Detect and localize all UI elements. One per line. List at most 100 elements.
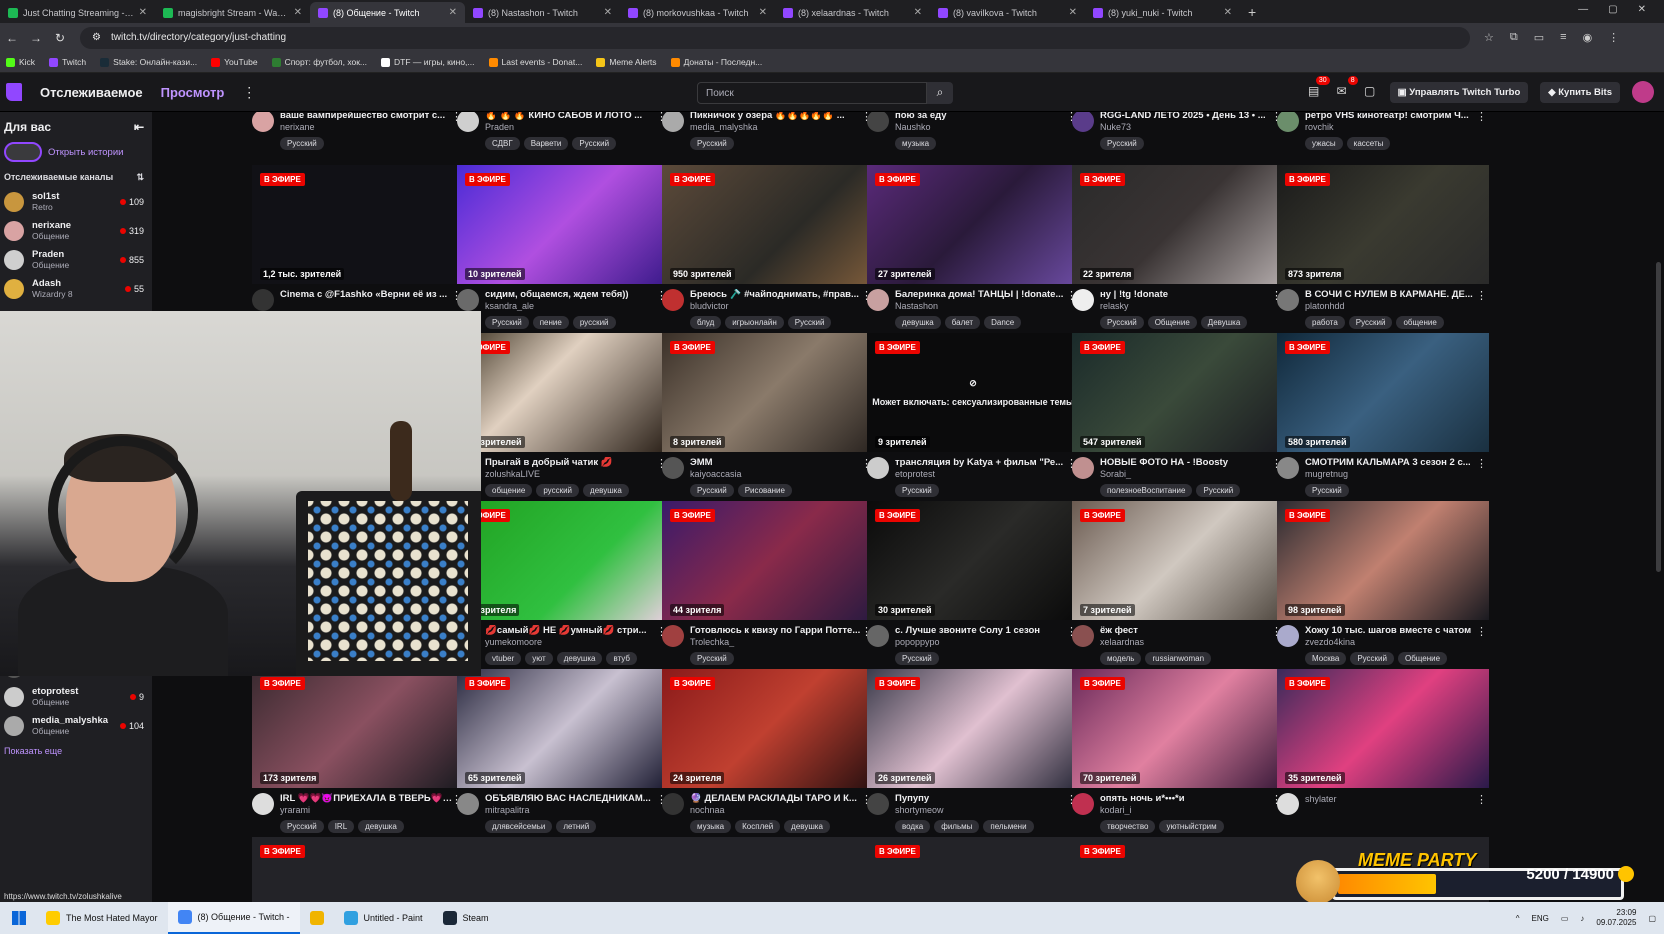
tag-chip[interactable]: втуб <box>606 652 637 665</box>
followed-channel[interactable]: etoprotest Общение 9 <box>0 682 152 711</box>
stream-title[interactable]: Пупупу <box>895 793 1079 804</box>
stream-thumbnail[interactable]: В ЭФИРЕ 25 зрителей <box>457 333 669 452</box>
tag-chip[interactable]: блуд <box>690 316 722 329</box>
stream-title[interactable]: Прыгай в добрый чатик 💋 <box>485 457 669 468</box>
streamer-avatar[interactable] <box>252 289 274 311</box>
streamer-name[interactable]: media_malyshka <box>690 122 874 132</box>
tag-chip[interactable]: уют <box>525 652 553 665</box>
tag-chip[interactable]: полезноеВоспитание <box>1100 484 1193 497</box>
streamer-name[interactable]: kaiyoaccasia <box>690 469 874 479</box>
streamer-avatar[interactable] <box>252 793 274 815</box>
tag-chip[interactable]: музыка <box>690 820 732 833</box>
stream-card[interactable]: В ЭФИРЕ 950 зрителей Бреюсь 🪒 #чайподнимат… <box>662 165 874 329</box>
stream-thumbnail[interactable]: В ЭФИРЕ 22 зрителя <box>1072 165 1284 284</box>
tag-chip[interactable]: модель <box>1100 652 1142 665</box>
show-more-link[interactable]: Показать еще <box>0 740 152 762</box>
more-icon[interactable]: ⋮ <box>242 84 256 101</box>
streamer-avatar[interactable] <box>662 793 684 815</box>
streamer-name[interactable]: shortymeow <box>895 805 1079 815</box>
stream-card[interactable]: В ЭФИРЕ 173 зрителя IRL 💗💗😈ПРИЕХАЛА В ТВЕР… <box>252 669 464 833</box>
tab-close-icon[interactable]: ✕ <box>449 7 457 18</box>
stream-card[interactable]: ⊘ Может включать: сексуализированные темы… <box>867 333 1079 497</box>
streamer-avatar[interactable] <box>662 625 684 647</box>
tab-close-icon[interactable]: ✕ <box>139 7 147 18</box>
stream-thumbnail[interactable]: В ЭФИРЕ 44 зрителя <box>662 501 874 620</box>
stream-thumbnail[interactable]: В ЭФИРЕ 173 зрителя <box>252 669 464 788</box>
streamer-avatar[interactable] <box>1072 457 1094 479</box>
inbox-icon[interactable]: ▤ 30 <box>1306 76 1330 100</box>
stream-thumbnail[interactable]: В ЭФИРЕ 24 зрителя <box>662 669 874 788</box>
tag-chip[interactable]: длявсейсемьи <box>485 820 553 833</box>
stream-title[interactable]: IRL 💗💗😈ПРИЕХАЛА В ТВЕРЬ💗 !... <box>280 793 464 804</box>
followed-channel[interactable]: Praden Общение 855 <box>0 245 152 274</box>
streamer-avatar[interactable] <box>662 457 684 479</box>
streamer-name[interactable]: yumekomoore <box>485 637 669 647</box>
streamer-name[interactable]: etoprotest <box>895 469 1079 479</box>
streamer-name[interactable]: Nuke73 <box>1100 122 1284 132</box>
followed-channel[interactable]: sol1st Retro 109 <box>0 187 152 216</box>
streamer-name[interactable]: Nastashon <box>895 301 1079 311</box>
stream-thumbnail[interactable]: В ЭФИРЕ 8 зрителей <box>662 333 874 452</box>
streamer-avatar[interactable] <box>867 289 889 311</box>
bookmark-item[interactable]: DTF — игры, кино,... <box>381 57 475 67</box>
stream-card[interactable]: В ЭФИРЕ 547 зрителей НОВЫЕ ФОТО НА - !Boos… <box>1072 333 1284 497</box>
stream-card[interactable]: Пикничок у озера 🔥🔥🔥🔥🔥 ... media_malyshka… <box>662 112 874 150</box>
tag-chip[interactable]: russianwoman <box>1145 652 1212 665</box>
stream-title[interactable]: пою за еду <box>895 112 1079 121</box>
stream-card[interactable]: В ЭФИРЕ 98 зрителей Хожу 10 тыс. шагов вме… <box>1277 501 1489 665</box>
stream-card[interactable]: В ЭФИРЕ <box>867 837 1079 902</box>
stream-thumbnail[interactable]: В ЭФИРЕ 35 зрителей <box>1277 669 1489 788</box>
bookmark-item[interactable]: Stake: Онлайн-кази... <box>100 57 197 67</box>
windows-start-icon[interactable] <box>12 911 26 925</box>
streamer-name[interactable]: zvezdo4kina <box>1305 637 1489 647</box>
twitch-logo-icon[interactable] <box>6 83 22 101</box>
streamer-avatar[interactable] <box>867 112 889 132</box>
stream-title[interactable]: сидим, общаемся, ждем тебя)) <box>485 289 669 300</box>
tag-chip[interactable]: ужасы <box>1305 137 1343 150</box>
stream-card[interactable]: RGG-LAND ЛЕТО 2025 • День 13 • ... Nuke73… <box>1072 112 1284 150</box>
tag-chip[interactable]: Русский <box>1305 484 1349 497</box>
stream-card[interactable]: В ЭФИРЕ 35 зрителей shylater ⋮ <box>1277 669 1489 820</box>
stream-card[interactable]: В ЭФИРЕ 65 зрителей ОБЪЯВЛЯЮ ВАС НАСЛЕДНИК… <box>457 669 669 833</box>
followed-channel[interactable]: nerixane Общение 319 <box>0 216 152 245</box>
streamer-avatar[interactable] <box>1072 793 1094 815</box>
stream-title[interactable]: RGG-LAND ЛЕТО 2025 • День 13 • ... <box>1100 112 1284 121</box>
followed-channel[interactable]: Adash Wizardry 8 55 <box>0 274 152 303</box>
stream-card[interactable]: В ЭФИРЕ 30 зрителей с. Лучше звоните Солу … <box>867 501 1079 665</box>
playlist-icon[interactable]: ≡ <box>1560 31 1566 44</box>
stream-card[interactable]: В ЭФИРЕ 26 зрителей Пупупуshortymeow⋮ водка… <box>867 669 1079 833</box>
stream-card[interactable]: В ЭФИРЕ 7 зрителей ёж фестxelaardnas⋮ модел… <box>1072 501 1284 665</box>
stream-card[interactable]: В ЭФИРЕ <box>1072 837 1284 902</box>
stream-thumbnail[interactable]: В ЭФИРЕ 27 зрителей <box>867 165 1079 284</box>
streamer-avatar[interactable] <box>1277 112 1299 132</box>
tab-close-icon[interactable]: ✕ <box>759 7 767 18</box>
stream-card[interactable]: В ЭФИРЕ 580 зрителей СМОТРИМ КАЛЬМАРА 3 се… <box>1277 333 1489 497</box>
streamer-avatar[interactable] <box>1277 793 1299 815</box>
site-info-icon[interactable]: ⚙ <box>92 32 101 43</box>
streamer-name[interactable]: shylater <box>1305 794 1489 804</box>
streamer-avatar[interactable] <box>457 112 479 132</box>
streamer-name[interactable]: Sorabi_ <box>1100 469 1284 479</box>
tag-chip[interactable]: русский <box>536 484 580 497</box>
nav-following[interactable]: Отслеживаемое <box>40 85 143 100</box>
tag-chip[interactable]: Девушка <box>1200 316 1248 329</box>
streamer-name[interactable]: bludvictor <box>690 301 874 311</box>
stream-thumbnail[interactable]: В ЭФИРЕ 26 зрителей <box>867 669 1079 788</box>
tag-chip[interactable]: СДВГ <box>485 137 520 150</box>
stream-card[interactable]: В ЭФИРЕ 27 зрителей Балеринка дома! ТАНЦЫ … <box>867 165 1079 329</box>
streamer-name[interactable]: zolushkaLIVE <box>485 469 669 479</box>
tag-chip[interactable]: музыка <box>895 137 937 150</box>
collapse-icon[interactable]: ⇤ <box>134 120 144 134</box>
tag-chip[interactable]: IRL <box>327 820 355 833</box>
tab-close-icon[interactable]: ✕ <box>604 7 612 18</box>
bookmark-item[interactable]: Last events - Donat... <box>488 57 582 67</box>
streamer-avatar[interactable] <box>867 457 889 479</box>
stream-title[interactable]: трансляция by Katya + фильм "Ре... <box>895 457 1079 468</box>
stream-title[interactable]: Cinema с @F1ashko «Верни её из ... <box>280 289 464 300</box>
tab-close-icon[interactable]: ✕ <box>1069 7 1077 18</box>
star-icon[interactable]: ☆ <box>1484 31 1494 44</box>
stream-title[interactable]: ёж фест <box>1100 625 1284 636</box>
streamer-name[interactable]: platonhdd <box>1305 301 1489 311</box>
tag-chip[interactable]: фильмы <box>934 820 980 833</box>
stream-thumbnail[interactable]: В ЭФИРЕ 98 зрителей <box>1277 501 1489 620</box>
